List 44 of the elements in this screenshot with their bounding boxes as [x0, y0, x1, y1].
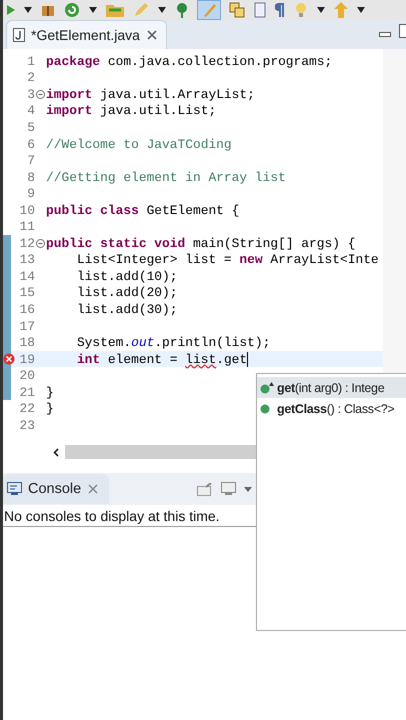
line-number: 6: [26, 136, 35, 152]
line-number: 10: [18, 202, 35, 218]
line-number: 7: [26, 153, 35, 168]
line-number: 3: [26, 86, 35, 102]
console-tab[interactable]: Console: [3, 474, 110, 504]
tab-title: *GetElement.java: [31, 27, 140, 43]
code-line: List<Integer> list = new ArrayList<Inte: [76, 252, 379, 268]
line-number: 17: [18, 318, 35, 334]
code-line: int element = list.get: [76, 352, 248, 367]
line-number: 16: [18, 302, 35, 317]
code-line: list.add(10);: [76, 268, 178, 284]
line-number: 8: [26, 170, 35, 185]
line-number: 22: [18, 401, 35, 416]
line-number: 21: [18, 384, 35, 400]
code-line: list.add(20);: [76, 285, 178, 300]
line-number: 4: [26, 103, 35, 118]
line-number: 19: [18, 352, 35, 367]
code-line: list.add(30);: [76, 302, 178, 317]
line-number: 20: [18, 368, 35, 384]
console-title: Console: [28, 481, 82, 497]
line-number: 5: [26, 120, 35, 135]
line-number: 14: [18, 268, 35, 284]
completion-item[interactable]: get(int arg0) : Intege: [257, 377, 406, 398]
line-number: 2: [26, 70, 35, 86]
line-number: 1: [26, 54, 35, 69]
code-line: public class GetElement {: [46, 202, 240, 218]
code-line: }: [46, 384, 54, 400]
line-number: 23: [18, 418, 35, 433]
code-line: import java.util.ArrayList;: [46, 86, 255, 102]
code-line: }: [46, 401, 54, 416]
code-line: package com.java.collection.programs;: [46, 54, 332, 69]
code-line: public static void main(String[] args) {: [46, 236, 356, 251]
line-number: 13: [18, 252, 35, 268]
line-number: 15: [18, 285, 35, 300]
line-number: 18: [18, 335, 35, 350]
code-line: System.out.println(list);: [76, 335, 270, 350]
code-line: //Welcome to JavaTCoding: [46, 136, 232, 152]
line-number: 9: [26, 186, 35, 202]
code-line: //Getting element in Array list: [46, 170, 286, 185]
completion-item[interactable]: getClass() : Class<?>: [257, 398, 406, 419]
line-number: 11: [18, 219, 35, 234]
line-number: 12: [18, 236, 35, 251]
editor-tab[interactable]: *GetElement.java: [6, 20, 167, 49]
code-line: import java.util.List;: [46, 103, 216, 118]
